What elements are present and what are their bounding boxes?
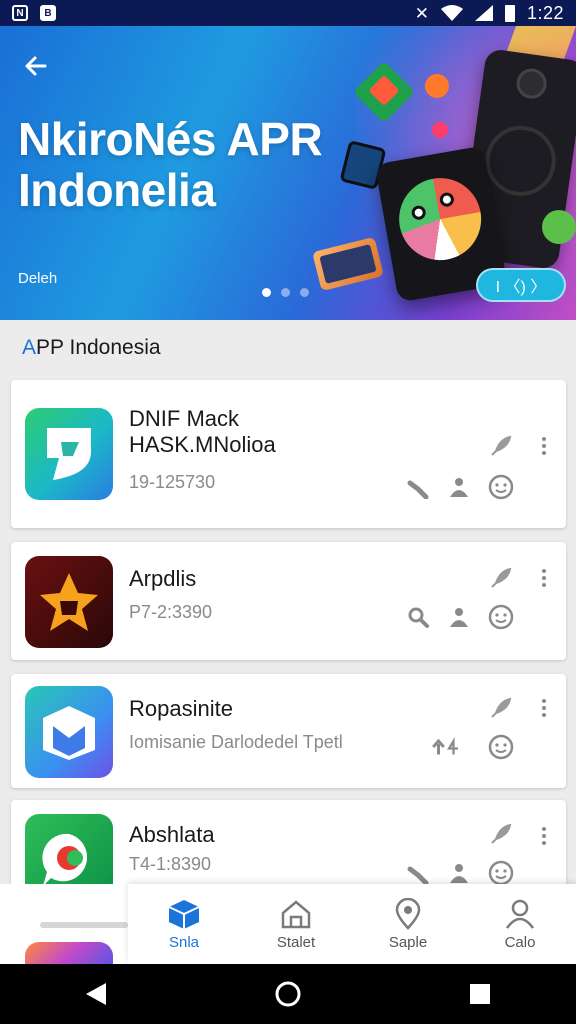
arrow-left-icon — [25, 56, 47, 76]
back-system-button[interactable] — [76, 974, 116, 1014]
hero-subtitle: Deleh — [18, 270, 58, 287]
upload-icon[interactable] — [431, 732, 461, 762]
house-icon — [281, 899, 311, 928]
status-time: 1:22 — [526, 2, 564, 23]
more-options-button[interactable] — [536, 696, 552, 720]
floating-badge-green — [542, 210, 576, 244]
hero-pill-button[interactable]: I 〈) 〉 — [476, 268, 566, 302]
app-name: Abshlata — [129, 822, 215, 847]
rocket-icon[interactable] — [485, 820, 515, 850]
more-options-button[interactable] — [536, 434, 552, 458]
rocket-icon[interactable] — [485, 564, 515, 594]
app-name: Arpdlis — [129, 566, 197, 591]
smile-icon[interactable] — [486, 472, 516, 502]
app-card[interactable]: Arpdlis P7-2:3390 — [11, 542, 566, 660]
carousel-dots — [262, 288, 309, 297]
notification-icon-1: N — [12, 5, 28, 21]
status-left: N B — [12, 5, 56, 21]
battery-icon — [504, 4, 515, 22]
status-right: ✕ 1:22 — [415, 3, 564, 24]
box-logo-icon — [25, 686, 113, 778]
hero-title-line1: NkiroNés APR — [18, 113, 323, 165]
people-icon[interactable] — [444, 472, 474, 502]
app-card[interactable]: DNIF Mack HASK.MNolioa 19-125730 — [11, 380, 566, 528]
hero-title: NkiroNés APR Indonelia — [18, 114, 358, 215]
recents-system-button[interactable] — [460, 974, 500, 1014]
wifi-icon — [440, 5, 463, 21]
cube-icon — [168, 899, 200, 929]
nav-item-saple[interactable]: Saple — [352, 884, 464, 964]
section-title-initial: A — [22, 336, 37, 359]
app-meta: P7-2:3390 — [129, 602, 213, 622]
color-wheel-illustration — [392, 171, 488, 267]
section-title-rest: PP Indonesia — [36, 336, 161, 359]
app-name-line1: DNIF Mack — [129, 406, 239, 431]
app-name: Ropasinite — [129, 696, 233, 721]
app-card[interactable]: Ropasinite Iomisanie Darlodedel Tpetl — [11, 674, 566, 788]
notification-icon-2: B — [40, 5, 56, 21]
more-options-button[interactable] — [536, 824, 552, 848]
app-name-line2: HASK.MNolioa — [129, 431, 276, 457]
nav-label: Stalet — [276, 933, 316, 951]
circle-home-icon — [275, 981, 301, 1007]
scroll-indicator — [40, 922, 128, 928]
status-bar: N B ✕ 1:22 — [0, 0, 576, 26]
hero-banner[interactable]: NkiroNés APR Indonelia Deleh I 〈) 〉 — [0, 26, 576, 320]
smile-icon[interactable] — [486, 602, 516, 632]
hero-title-line2: Indonelia — [18, 163, 216, 216]
floating-badge-orange — [425, 74, 449, 98]
app-name: DNIF Mack HASK.MNolioa — [129, 406, 429, 458]
carousel-dot[interactable] — [281, 288, 290, 297]
floating-badge-red — [432, 122, 448, 138]
carousel-dot[interactable] — [300, 288, 309, 297]
carousel-dot[interactable] — [262, 288, 271, 297]
triangle-back-icon — [86, 983, 106, 1005]
system-navigation-bar — [0, 964, 576, 1024]
app-meta: 19-125730 — [129, 472, 216, 492]
rocket-icon[interactable] — [485, 432, 515, 462]
square-recents-icon — [470, 984, 490, 1004]
nav-item-calo[interactable]: Calo — [464, 884, 576, 964]
home-system-button[interactable] — [268, 974, 308, 1014]
nav-item-stalet[interactable]: Stalet — [240, 884, 352, 964]
location-icon — [395, 897, 421, 930]
section-title: APP Indonesia — [22, 336, 161, 360]
signal-icon — [474, 5, 493, 21]
partial-app-card[interactable] — [11, 930, 129, 966]
shield-logo-icon — [25, 408, 113, 500]
back-button[interactable] — [18, 48, 54, 84]
people-icon[interactable] — [444, 602, 474, 632]
wrench-icon[interactable] — [403, 472, 433, 502]
nav-label: Calo — [504, 933, 536, 951]
bottom-navigation: Snla Stalet Saple Calo — [128, 884, 576, 964]
more-options-button[interactable] — [536, 566, 552, 590]
app-icon-partial — [25, 942, 113, 966]
nav-label: Snla — [168, 933, 200, 951]
nav-item-snla[interactable]: Snla — [128, 884, 240, 964]
app-meta: Iomisanie Darlodedel Tpetl — [129, 732, 343, 752]
nav-label: Saple — [388, 933, 428, 951]
no-sim-icon: ✕ — [414, 3, 429, 23]
app-meta: T4-1:8390 — [129, 854, 212, 874]
person-icon — [505, 899, 535, 929]
search-icon[interactable] — [403, 602, 433, 632]
rocket-icon[interactable] — [485, 694, 515, 724]
star-badge-icon — [25, 556, 113, 648]
smile-icon[interactable] — [486, 732, 516, 762]
